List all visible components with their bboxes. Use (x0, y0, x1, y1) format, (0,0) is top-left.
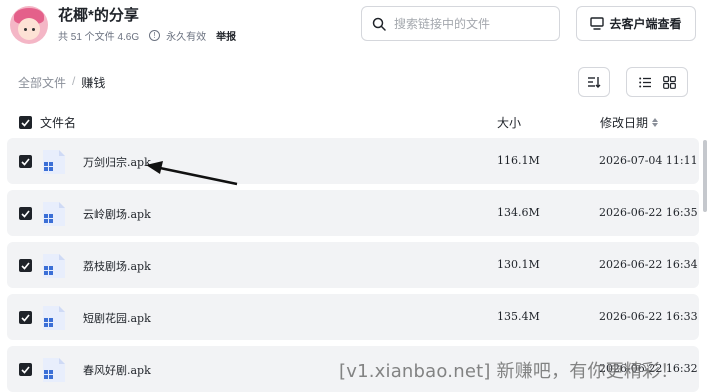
file-name[interactable]: 短剧花园.apk (83, 310, 151, 326)
breadcrumb: 全部文件 / 赚钱 (18, 74, 105, 91)
search-input[interactable] (394, 16, 554, 31)
breadcrumb-separator: / (72, 74, 76, 88)
watermark: [v1.xianbao.net] 新赚吧，有你更精彩！ (339, 361, 679, 382)
table-row[interactable]: 荔枝剧场.apk 130.1M 2026-06-22 16:34 (7, 242, 699, 288)
file-date: 2026-06-22 16:35 (599, 206, 698, 219)
grid-view-icon[interactable] (662, 75, 676, 89)
table-row[interactable]: 万剑归宗.apk 116.1M 2026-07-04 11:11 (7, 138, 699, 184)
row-checkbox[interactable] (19, 259, 32, 272)
file-date: 2026-06-22 16:33 (599, 310, 698, 323)
table-header: 文件名 大小 修改日期 (0, 108, 700, 136)
file-size: 130.1M (497, 258, 540, 271)
sort-button[interactable] (578, 67, 610, 97)
table-row[interactable]: 短剧花园.apk 135.4M 2026-06-22 16:33 (7, 294, 699, 340)
apk-file-icon (43, 306, 65, 330)
apk-file-icon (43, 202, 65, 226)
row-checkbox[interactable] (19, 311, 32, 324)
column-date[interactable]: 修改日期 (600, 114, 659, 131)
report-link[interactable]: 举报 (216, 28, 236, 43)
column-size: 大小 (497, 116, 522, 130)
file-size: 135.4M (497, 310, 540, 323)
avatar (10, 6, 48, 44)
open-client-button[interactable]: 去客户端查看 (576, 6, 696, 41)
search-icon (372, 17, 386, 31)
file-name[interactable]: 万剑归宗.apk (83, 154, 151, 170)
file-date: 2026-06-22 16:34 (599, 258, 698, 271)
share-title: 花椰*的分享 (58, 7, 139, 24)
open-client-label: 去客户端查看 (609, 17, 682, 31)
select-all-checkbox[interactable] (19, 116, 32, 129)
file-date: 2026-07-04 11:11 (599, 154, 698, 167)
apk-file-icon (43, 254, 65, 278)
search-box[interactable] (361, 6, 560, 41)
view-toggle (626, 67, 688, 97)
apk-file-icon (43, 150, 65, 174)
file-size: 116.1M (497, 154, 540, 167)
sort-arrows-icon (652, 118, 659, 127)
row-checkbox[interactable] (19, 207, 32, 220)
file-size: 134.6M (497, 206, 540, 219)
list-view-icon[interactable] (638, 77, 652, 88)
row-checkbox[interactable] (19, 363, 32, 376)
column-name: 文件名 (40, 116, 77, 130)
monitor-icon (590, 17, 605, 30)
sort-icon (588, 77, 601, 88)
info-icon: ! (149, 30, 161, 41)
file-name[interactable]: 云岭剧场.apk (83, 206, 151, 222)
breadcrumb-current: 赚钱 (81, 76, 106, 90)
table-row[interactable]: 云岭剧场.apk 134.6M 2026-06-22 16:35 (7, 190, 699, 236)
breadcrumb-root[interactable]: 全部文件 (18, 74, 66, 91)
share-header: 花椰*的分享 共 51 个文件 4.6G ! 永久有效 举报 去客户端查看 (0, 0, 708, 56)
column-date-label: 修改日期 (600, 116, 649, 130)
apk-file-icon (43, 358, 65, 382)
scrollbar[interactable] (703, 140, 707, 212)
file-name[interactable]: 春风好剧.apk (83, 362, 151, 378)
file-name[interactable]: 荔枝剧场.apk (83, 258, 151, 274)
validity-text: 永久有效 (166, 32, 207, 43)
row-checkbox[interactable] (19, 155, 32, 168)
share-meta: 共 51 个文件 4.6G ! 永久有效 举报 (58, 28, 236, 43)
file-count: 共 51 个文件 4.6G (58, 32, 140, 43)
